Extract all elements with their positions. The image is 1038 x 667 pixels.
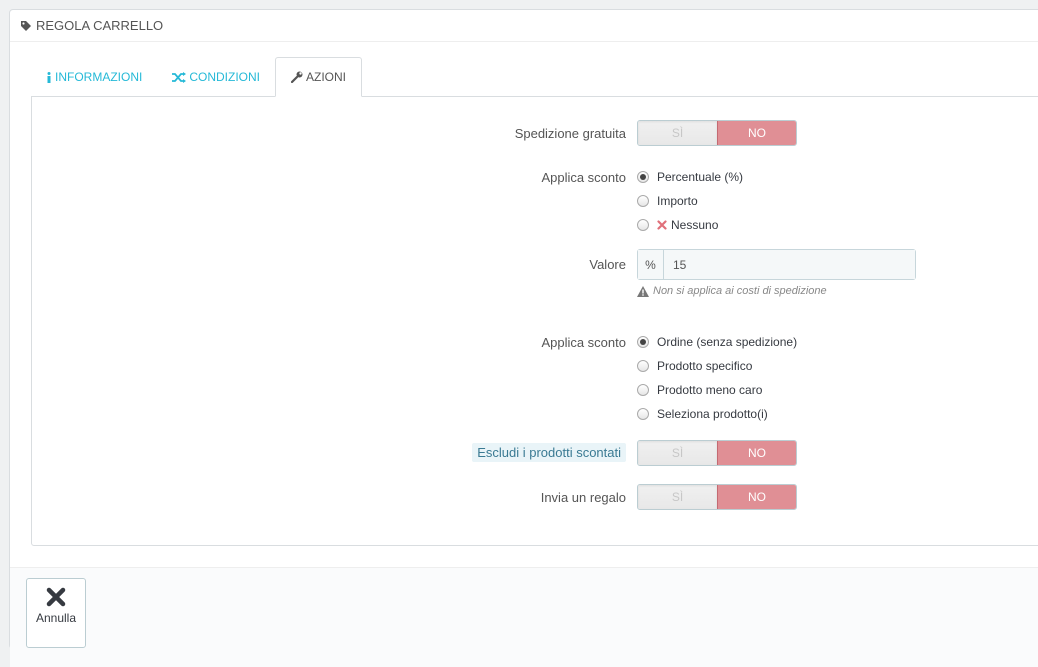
radio-label: Nessuno (671, 218, 719, 232)
help-text: Non si applica ai costi di spedizione (653, 285, 827, 297)
radio-button[interactable] (637, 360, 649, 372)
radio-seleziona-prodotti[interactable]: Seleziona prodotto(i) (637, 405, 768, 423)
wrench-icon (291, 71, 303, 83)
value-input-group: % 15 (637, 249, 916, 280)
tab-label: INFORMAZIONI (55, 70, 143, 84)
switch-no[interactable]: NO (717, 441, 796, 465)
free-shipping-row: Spedizione gratuita (32, 123, 626, 147)
send-gift-label: Invia un regalo (540, 490, 626, 505)
switch-yes[interactable]: SÌ (638, 485, 717, 509)
radio-nessuno[interactable]: Nessuno (637, 216, 718, 234)
apply-discount-to-label: Applica sconto (541, 335, 626, 350)
switch-no[interactable]: NO (717, 121, 796, 145)
radio-button[interactable] (637, 195, 649, 207)
radio-label: Seleziona prodotto(i) (657, 407, 768, 421)
radio-ordine[interactable]: Ordine (senza spedizione) (637, 333, 797, 351)
value-help: Non si applica ai costi di spedizione (637, 285, 827, 297)
radio-percentuale[interactable]: Percentuale (%) (637, 168, 743, 186)
close-icon (657, 220, 667, 230)
switch-yes[interactable]: SÌ (638, 441, 717, 465)
tab-label: CONDIZIONI (189, 70, 260, 84)
panel-title: REGOLA CARRELLO (36, 18, 164, 33)
close-icon (46, 587, 66, 607)
radio-button[interactable] (637, 384, 649, 396)
tab-bar: INFORMAZIONI CONDIZIONI AZIONI (31, 57, 363, 97)
apply-discount-row: Applica sconto (32, 167, 626, 191)
exclude-discounted-label[interactable]: Escludi i prodotti scontati (472, 443, 626, 462)
radio-button[interactable] (637, 171, 649, 183)
value-label: Valore (589, 257, 626, 272)
cancel-label: Annulla (35, 611, 77, 625)
panel-footer (10, 567, 1038, 667)
radio-button[interactable] (637, 408, 649, 420)
warning-icon (637, 285, 649, 297)
free-shipping-switch[interactable]: SÌ NO (637, 120, 797, 146)
radio-label: Prodotto meno caro (657, 383, 763, 397)
exclude-discounted-switch[interactable]: SÌ NO (637, 440, 797, 466)
panel-heading: REGOLA CARRELLO (10, 10, 1038, 42)
percent-addon: % (638, 250, 664, 279)
apply-discount-label: Applica sconto (541, 170, 626, 185)
tag-icon (20, 20, 32, 32)
value-input[interactable]: 15 (664, 250, 915, 279)
info-icon (46, 71, 52, 83)
radio-label: Prodotto specifico (657, 359, 753, 373)
tab-label: AZIONI (306, 70, 347, 84)
radio-prodotto-meno-caro[interactable]: Prodotto meno caro (637, 381, 762, 399)
radio-label: Ordine (senza spedizione) (657, 335, 798, 349)
send-gift-row: Invia un regalo (32, 487, 626, 511)
exclude-discounted-row: Escludi i prodotti scontati (32, 443, 626, 467)
send-gift-switch[interactable]: SÌ NO (637, 484, 797, 510)
apply-discount-to-row: Applica sconto (32, 332, 626, 356)
radio-button[interactable] (637, 336, 649, 348)
tab-condizioni[interactable]: CONDIZIONI (157, 57, 275, 97)
switch-yes[interactable]: SÌ (638, 121, 717, 145)
radio-prodotto-specifico[interactable]: Prodotto specifico (637, 357, 752, 375)
cart-rule-panel: REGOLA CARRELLO INFORMAZIONI CONDIZIONI … (9, 9, 1038, 667)
tab-content-azioni: Spedizione gratuita SÌ NO Applica sconto… (31, 96, 1038, 546)
radio-button[interactable] (637, 219, 649, 231)
tab-informazioni[interactable]: INFORMAZIONI (31, 57, 157, 97)
value-row: Valore (32, 254, 626, 278)
tab-azioni[interactable]: AZIONI (275, 57, 363, 97)
cancel-button[interactable]: Annulla (26, 578, 86, 648)
radio-label: Percentuale (%) (657, 170, 744, 184)
shuffle-icon (172, 71, 187, 83)
radio-importo[interactable]: Importo (637, 192, 698, 210)
free-shipping-label: Spedizione gratuita (514, 126, 626, 141)
radio-label: Importo (657, 194, 698, 208)
switch-no[interactable]: NO (717, 485, 796, 509)
